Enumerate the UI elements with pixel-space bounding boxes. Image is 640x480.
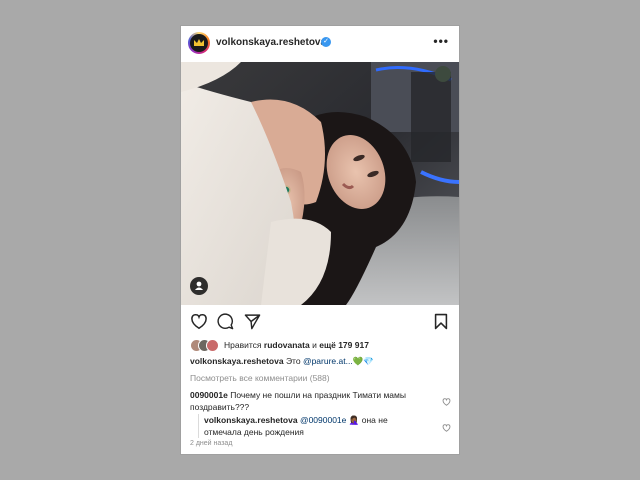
reply-comment-item: volkonskaya.reshetova @0090001e 🤦🏾‍♀️ он…: [204, 414, 424, 438]
post-header: volkonskaya.reshetova ✓ •••: [181, 26, 459, 62]
comment-item: 0090001e Почему не пошли на праздник Тим…: [190, 389, 430, 413]
bookmark-icon[interactable]: [434, 313, 448, 335]
reply-thread-line: [198, 414, 199, 438]
comment-like-heart-icon[interactable]: [442, 393, 451, 411]
caption-mention[interactable]: @parure.at...: [303, 356, 353, 366]
view-all-comments-link[interactable]: Посмотреть все комментарии (588): [190, 373, 330, 383]
caption-text: Это: [285, 356, 301, 366]
post-caption: volkonskaya.reshetova Это @parure.at...💚…: [190, 356, 374, 367]
reply-mention[interactable]: @0090001e: [300, 415, 346, 425]
heart-icon[interactable]: [190, 313, 208, 335]
avatar[interactable]: [188, 32, 210, 54]
crown-logo-icon: [190, 34, 208, 52]
reply-username[interactable]: volkonskaya.reshetova: [204, 415, 298, 425]
likes-joiner: и: [312, 340, 317, 350]
post-timestamp: 2 дней назад: [190, 440, 233, 447]
likes-user[interactable]: rudovanata: [264, 340, 310, 350]
gem-emoji: 💎: [363, 356, 374, 366]
facepalm-emoji: 🤦🏾‍♀️: [348, 415, 360, 425]
likes-count[interactable]: ещё 179 917: [319, 340, 369, 350]
likes-prefix: Нравится: [224, 340, 262, 350]
likes-text[interactable]: Нравится rudovanata и ещё 179 917: [224, 340, 369, 350]
more-options-icon[interactable]: •••: [433, 34, 449, 48]
share-icon[interactable]: [244, 313, 261, 335]
verified-badge-icon: ✓: [321, 37, 331, 47]
green-heart-emoji: 💚: [352, 356, 364, 366]
tagged-users-icon[interactable]: [190, 277, 208, 295]
instagram-post-card: volkonskaya.reshetova ✓ ••• Нравится rud…: [181, 26, 459, 454]
post-author-username[interactable]: volkonskaya.reshetova: [216, 37, 326, 48]
caption-username[interactable]: volkonskaya.reshetova: [190, 356, 284, 366]
comment-username[interactable]: 0090001e: [190, 390, 228, 400]
post-actions-bar: [181, 309, 459, 335]
reply-like-heart-icon[interactable]: [442, 419, 451, 437]
post-photo[interactable]: [181, 62, 459, 305]
liker-avatar[interactable]: [206, 339, 219, 352]
comment-icon[interactable]: [217, 313, 234, 335]
